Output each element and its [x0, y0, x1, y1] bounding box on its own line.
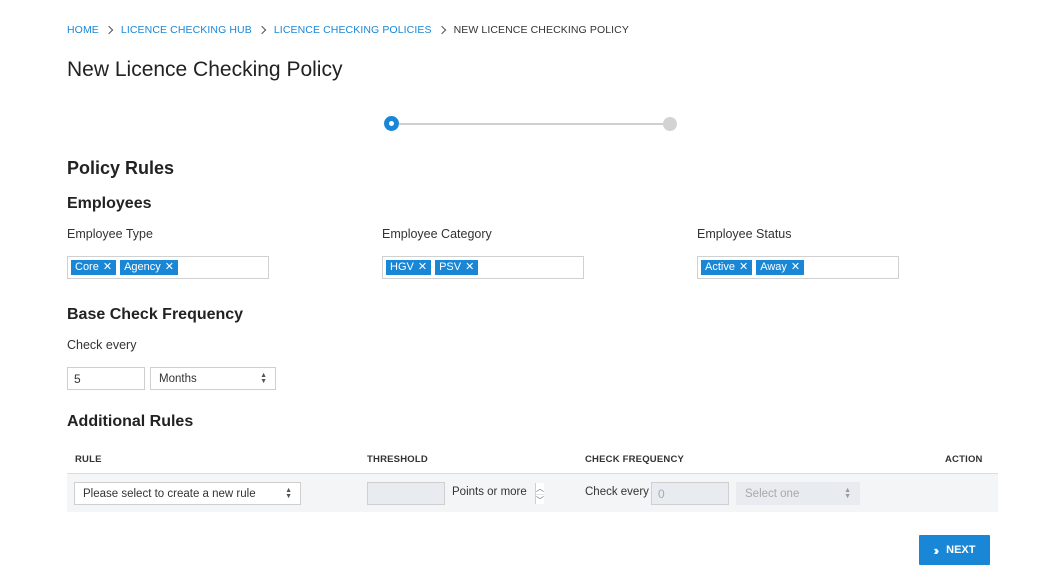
- stepper-connector: [399, 123, 663, 125]
- column-header-rule: RULE: [75, 454, 102, 465]
- rule-check-frequency-stepper[interactable]: ︿ ﹀: [651, 482, 828, 505]
- rules-table-header: RULE THRESHOLD CHECK FREQUENCY ACTION: [67, 446, 998, 474]
- employee-type-tag-agency[interactable]: Agency ✕: [120, 260, 178, 275]
- employee-category-multiselect[interactable]: HGV ✕ PSV ✕: [382, 256, 584, 279]
- rule-select[interactable]: Please select to create a new rule ▲ ▼: [74, 482, 301, 505]
- close-icon[interactable]: ✕: [465, 260, 474, 275]
- sort-arrows-icon: ▲ ▼: [285, 487, 292, 500]
- select-value: Select one: [745, 488, 800, 500]
- policy-rules-heading: Policy Rules: [67, 158, 175, 178]
- table-row: Please select to create a new rule ▲ ▼ ︿ …: [67, 474, 998, 512]
- double-chevron-right-icon: ››: [933, 542, 938, 558]
- tag-label: Core: [75, 261, 99, 273]
- next-button[interactable]: ›› NEXT: [919, 535, 990, 565]
- sort-arrows-icon: ▲ ▼: [844, 487, 851, 500]
- close-icon[interactable]: ✕: [791, 260, 800, 275]
- employee-status-label: Employee Status: [697, 227, 792, 241]
- page-title: New Licence Checking Policy: [67, 58, 343, 81]
- threshold-suffix: Points or more: [452, 486, 527, 498]
- employees-heading: Employees: [67, 195, 152, 212]
- breadcrumb-current: NEW LICENCE CHECKING POLICY: [453, 24, 629, 36]
- chevron-down-icon[interactable]: ﹀: [536, 494, 544, 506]
- breadcrumb-licence-checking-policies-link[interactable]: LICENCE CHECKING POLICIES: [274, 24, 432, 36]
- chevron-right-icon: [437, 25, 446, 35]
- breadcrumb: HOME LICENCE CHECKING HUB LICENCE CHECKI…: [67, 24, 629, 36]
- employee-category-label: Employee Category: [382, 227, 492, 241]
- rule-check-unit-select[interactable]: Select one ▲ ▼: [736, 482, 860, 505]
- employee-type-multiselect[interactable]: Core ✕ Agency ✕: [67, 256, 269, 279]
- select-value: Please select to create a new rule: [83, 488, 256, 500]
- additional-rules-heading: Additional Rules: [67, 413, 194, 430]
- close-icon[interactable]: ✕: [739, 260, 748, 275]
- employee-category-tag-hgv[interactable]: HGV ✕: [386, 260, 432, 275]
- close-icon[interactable]: ✕: [165, 260, 174, 275]
- base-check-unit-select[interactable]: Months ▲ ▼: [150, 367, 276, 390]
- chevron-right-icon: [257, 25, 267, 35]
- base-check-frequency-stepper[interactable]: ︿ ﹀: [67, 367, 244, 390]
- sort-arrows-icon: ▲ ▼: [260, 372, 267, 385]
- column-header-threshold: THRESHOLD: [367, 454, 428, 465]
- tag-label: HGV: [390, 261, 414, 273]
- check-every-label: Check every: [67, 338, 137, 352]
- breadcrumb-home-link[interactable]: HOME: [67, 24, 99, 36]
- employee-status-tag-away[interactable]: Away ✕: [756, 260, 805, 275]
- select-value: Months: [159, 373, 197, 385]
- column-header-action: ACTION: [945, 454, 983, 465]
- close-icon[interactable]: ✕: [418, 260, 427, 275]
- breadcrumb-licence-checking-hub-link[interactable]: LICENCE CHECKING HUB: [121, 24, 252, 36]
- tag-label: Agency: [124, 261, 161, 273]
- base-check-frequency-heading: Base Check Frequency: [67, 306, 244, 323]
- check-every-row-label: Check every: [585, 486, 649, 498]
- progress-stepper: [384, 116, 680, 132]
- tag-label: Active: [705, 261, 735, 273]
- tag-label: Away: [760, 261, 787, 273]
- employee-status-tag-active[interactable]: Active ✕: [701, 260, 753, 275]
- tag-label: PSV: [439, 261, 462, 273]
- employee-type-label: Employee Type: [67, 227, 153, 241]
- employee-status-multiselect[interactable]: Active ✕ Away ✕: [697, 256, 899, 279]
- employee-type-tag-core[interactable]: Core ✕: [71, 260, 117, 275]
- next-button-label: NEXT: [946, 544, 976, 556]
- column-header-check-frequency: CHECK FREQUENCY: [585, 454, 685, 465]
- chevron-right-icon: [104, 25, 114, 35]
- close-icon[interactable]: ✕: [103, 260, 112, 275]
- employee-category-tag-psv[interactable]: PSV ✕: [435, 260, 479, 275]
- step-2-indicator: [663, 117, 677, 131]
- step-1-indicator: [384, 116, 399, 131]
- threshold-stepper[interactable]: ︿ ﹀: [367, 482, 544, 505]
- chevron-up-icon[interactable]: ︿: [536, 483, 544, 494]
